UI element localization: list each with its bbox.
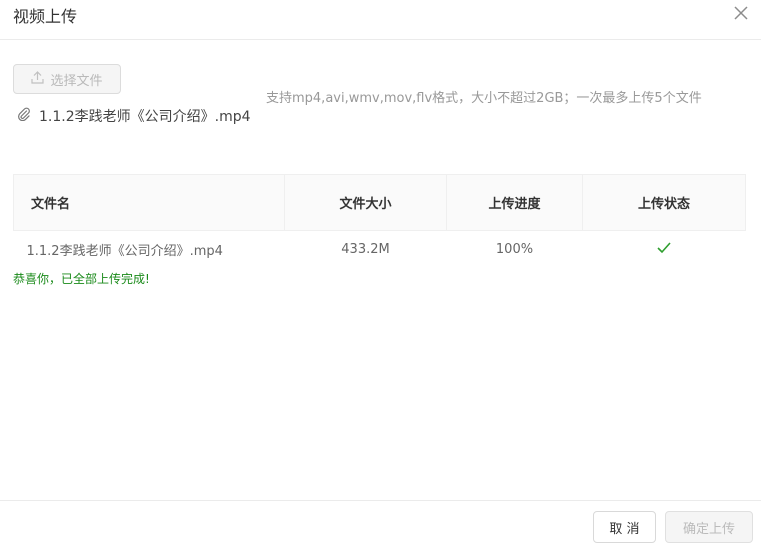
column-header-filename: 文件名: [13, 174, 285, 231]
checkmark-icon: [657, 241, 671, 258]
cell-status: [582, 230, 746, 268]
column-header-size: 文件大小: [284, 174, 447, 231]
select-file-button[interactable]: 选择文件: [13, 64, 121, 94]
table-row: 1.1.2李践老师《公司介绍》.mp4 433.2M 100%: [13, 230, 746, 268]
column-header-status: 上传状态: [582, 174, 746, 231]
cell-size: 433.2M: [284, 230, 447, 268]
column-header-progress: 上传进度: [446, 174, 583, 231]
confirm-upload-button[interactable]: 确定上传: [665, 511, 753, 543]
selected-file: 1.1.2李践老师《公司介绍》.mp4: [17, 106, 251, 126]
cancel-button[interactable]: 取 消: [593, 511, 656, 543]
upload-table: 文件名 文件大小 上传进度 上传状态 1.1.2李践老师《公司介绍》.mp4 4…: [13, 174, 746, 268]
dialog-header: 视频上传: [0, 0, 761, 40]
upload-icon: [31, 70, 45, 88]
paperclip-icon: [17, 107, 31, 125]
upload-hint: 支持mp4,avi,wmv,mov,flv格式，大小不超过2GB；一次最多上传5…: [266, 91, 702, 106]
dialog-title: 视频上传: [13, 7, 78, 26]
cell-filename: 1.1.2李践老师《公司介绍》.mp4: [13, 230, 285, 268]
close-icon[interactable]: [733, 5, 749, 21]
selected-file-name: 1.1.2李践老师《公司介绍》.mp4: [39, 109, 251, 125]
select-file-label: 选择文件: [50, 73, 103, 89]
success-message: 恭喜你，已全部上传完成!: [13, 272, 150, 286]
cell-progress: 100%: [446, 230, 583, 268]
table-header-row: 文件名 文件大小 上传进度 上传状态: [13, 174, 746, 231]
video-upload-dialog: 视频上传 选择文件 支持mp4,avi,wmv,mov,flv格式，大小不超过2…: [0, 0, 761, 549]
